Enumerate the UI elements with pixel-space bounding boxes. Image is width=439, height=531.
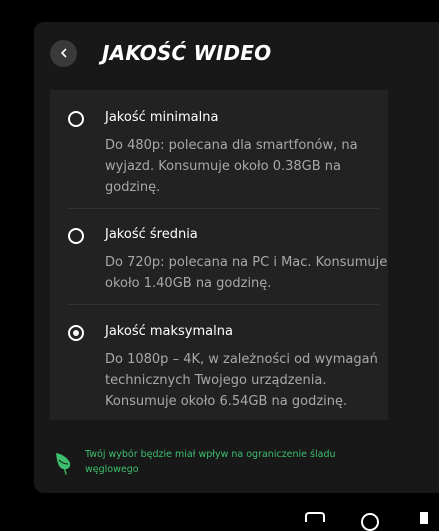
option-description: Do 480p: polecana dla smartfonów, na wyj… (105, 138, 358, 195)
divider (67, 304, 379, 305)
page-title: JAKOŚĆ WIDEO (102, 41, 272, 65)
option-description: Do 1080p – 4K, w zależności od wymagań t… (105, 352, 378, 409)
monitor-icon[interactable] (305, 512, 325, 522)
radio-maximum-quality[interactable] (68, 325, 84, 341)
bottom-toolbar-partial (305, 508, 435, 531)
radio-medium-quality[interactable] (68, 228, 84, 244)
globe-icon[interactable] (361, 513, 379, 531)
panel-header: JAKOŚĆ WIDEO (50, 38, 271, 68)
option-maximum-quality[interactable]: Jakość maksymalna Do 1080p – 4K, w zależ… (67, 323, 378, 409)
footer-note-text: Twój wybór będzie miał wpływ na ogranicz… (85, 449, 336, 475)
back-button[interactable] (50, 39, 77, 67)
quality-options-list: Jakość minimalna Do 480p: polecana dla s… (50, 90, 388, 420)
radio-minimal-quality[interactable] (68, 111, 84, 127)
video-quality-panel: JAKOŚĆ WIDEO Jakość minimalna Do 480p: p… (34, 22, 439, 493)
option-title: Jakość maksymalna (105, 324, 233, 339)
divider (67, 208, 379, 209)
leaf-icon (56, 453, 71, 475)
option-description: Do 720p: polecana na PC i Mac. Konsumuje… (105, 255, 388, 291)
option-medium-quality[interactable]: Jakość średnia Do 720p: polecana na PC i… (67, 226, 387, 291)
option-minimal-quality[interactable]: Jakość minimalna Do 480p: polecana dla s… (67, 109, 367, 195)
bar-icon[interactable] (420, 512, 428, 524)
option-title: Jakość minimalna (105, 110, 219, 125)
chevron-left-icon (60, 48, 66, 58)
option-title: Jakość średnia (105, 227, 198, 242)
